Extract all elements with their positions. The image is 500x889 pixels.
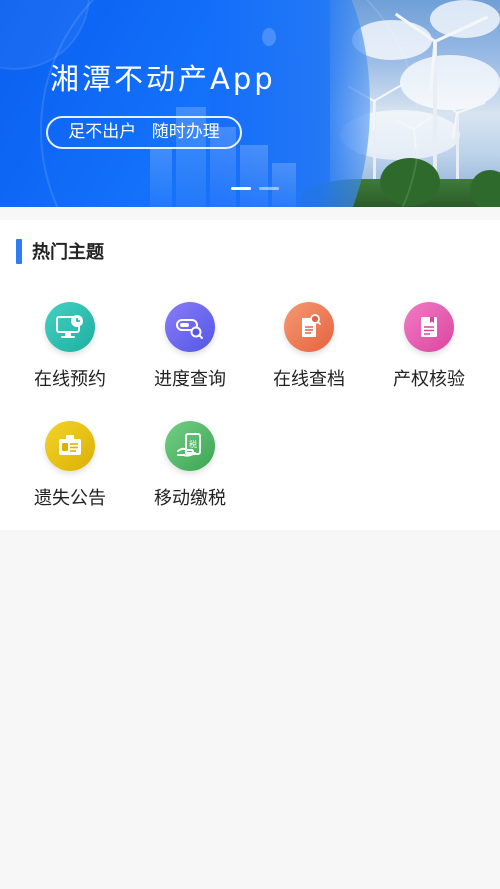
id-badge-icon xyxy=(45,421,95,471)
progress-search-icon xyxy=(165,302,215,352)
monitor-clock-icon xyxy=(45,302,95,352)
carousel-dot[interactable] xyxy=(259,187,279,190)
certificate-icon xyxy=(404,302,454,352)
feature-progress-query[interactable]: 进度查询 xyxy=(130,302,250,391)
building xyxy=(150,147,172,207)
tax-payment-icon: 税 xyxy=(165,421,215,471)
feature-label: 在线查档 xyxy=(273,369,345,390)
document-search-icon xyxy=(284,302,334,352)
building xyxy=(240,145,268,207)
feature-online-appointment[interactable]: 在线预约 xyxy=(10,302,130,391)
feature-online-archive[interactable]: 在线查档 xyxy=(249,302,369,391)
feature-label: 产权核验 xyxy=(393,369,465,390)
feature-mobile-tax[interactable]: 税 移动缴税 xyxy=(130,421,250,510)
building xyxy=(272,163,296,207)
carousel-dot-active[interactable] xyxy=(231,187,251,190)
feature-label: 进度查询 xyxy=(154,369,226,390)
section-title: 热门主题 xyxy=(32,242,104,263)
banner-slogan: 足不出户 随时办理 xyxy=(46,116,242,149)
hot-topics-section: 热门主题 在线预约 进度查询 在线查档 产权核验 遗失公告 税 移动缴税 xyxy=(0,220,500,530)
tree xyxy=(470,170,500,207)
feature-label: 移动缴税 xyxy=(154,488,226,509)
feature-property-verify[interactable]: 产权核验 xyxy=(369,302,489,391)
section-header: 热门主题 xyxy=(16,238,104,264)
feature-label: 在线预约 xyxy=(34,369,106,390)
carousel-indicator xyxy=(231,187,279,190)
feature-label: 遗失公告 xyxy=(34,488,106,509)
section-accent-bar xyxy=(16,238,22,264)
feature-loss-notice[interactable]: 遗失公告 xyxy=(10,421,130,510)
banner-title: 湘潭不动产App xyxy=(50,62,276,96)
app-page: 湘潭不动产App 足不出户 随时办理 热门主题 在线预约 进度查询 在线查档 产… xyxy=(0,0,500,889)
svg-text:税: 税 xyxy=(189,439,197,449)
banner-carousel[interactable]: 湘潭不动产App 足不出户 随时办理 xyxy=(0,0,500,207)
cloud xyxy=(430,0,500,38)
